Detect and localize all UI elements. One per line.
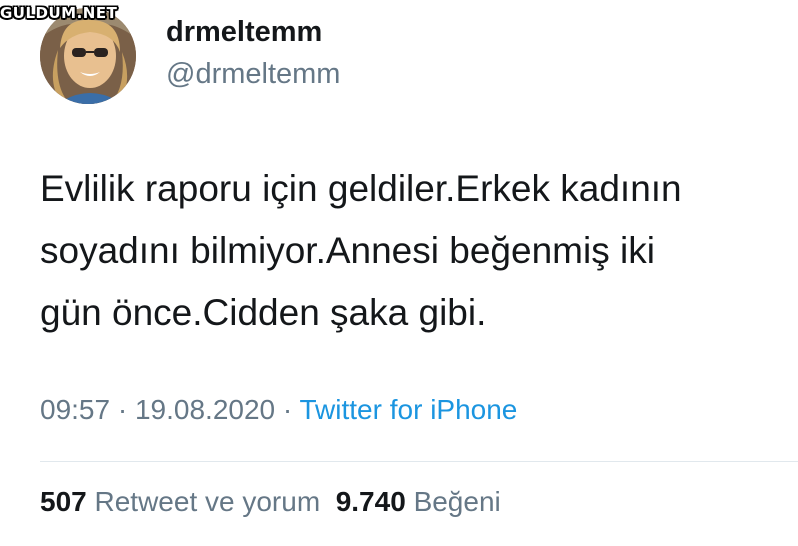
retweets-count: 507 [40, 486, 87, 517]
avatar-photo [40, 8, 136, 104]
likes-count: 9.740 [335, 486, 406, 517]
tweet-text-line: gün önce.Cidden şaka gibi. [40, 292, 487, 333]
likes-stat[interactable]: 9.740 Beğeni [336, 486, 501, 517]
likes-label: Beğeni [413, 486, 501, 517]
tweet-text-line: Evlilik raporu için geldiler.Erkek kadın… [40, 168, 682, 209]
display-name[interactable]: drmeltemm [166, 16, 322, 49]
tweet-stats: 507 Retweet ve yorum 9.740 Beğeni [40, 486, 501, 518]
meta-separator: · [117, 394, 128, 425]
meta-separator: · [282, 394, 293, 425]
tweet-time[interactable]: 09:57 [40, 394, 110, 425]
tweet-date[interactable]: 19.08.2020 [135, 394, 275, 425]
tweet-meta: 09:57 · 19.08.2020 · Twitter for iPhone [40, 394, 517, 426]
divider [40, 461, 798, 462]
avatar[interactable] [40, 8, 136, 104]
tweet-text-line: soyadını bilmiyor.Annesi beğenmiş iki [40, 230, 655, 271]
user-handle[interactable]: @drmeltemm [166, 58, 340, 91]
tweet-source-link[interactable]: Twitter for iPhone [300, 394, 518, 425]
watermark-logo: GULDUM.NET [0, 4, 118, 22]
tweet-text: Evlilik raporu için geldiler.Erkek kadın… [40, 158, 790, 344]
retweets-label: Retweet ve yorum [94, 486, 321, 517]
retweets-stat[interactable]: 507 Retweet ve yorum [40, 486, 320, 517]
